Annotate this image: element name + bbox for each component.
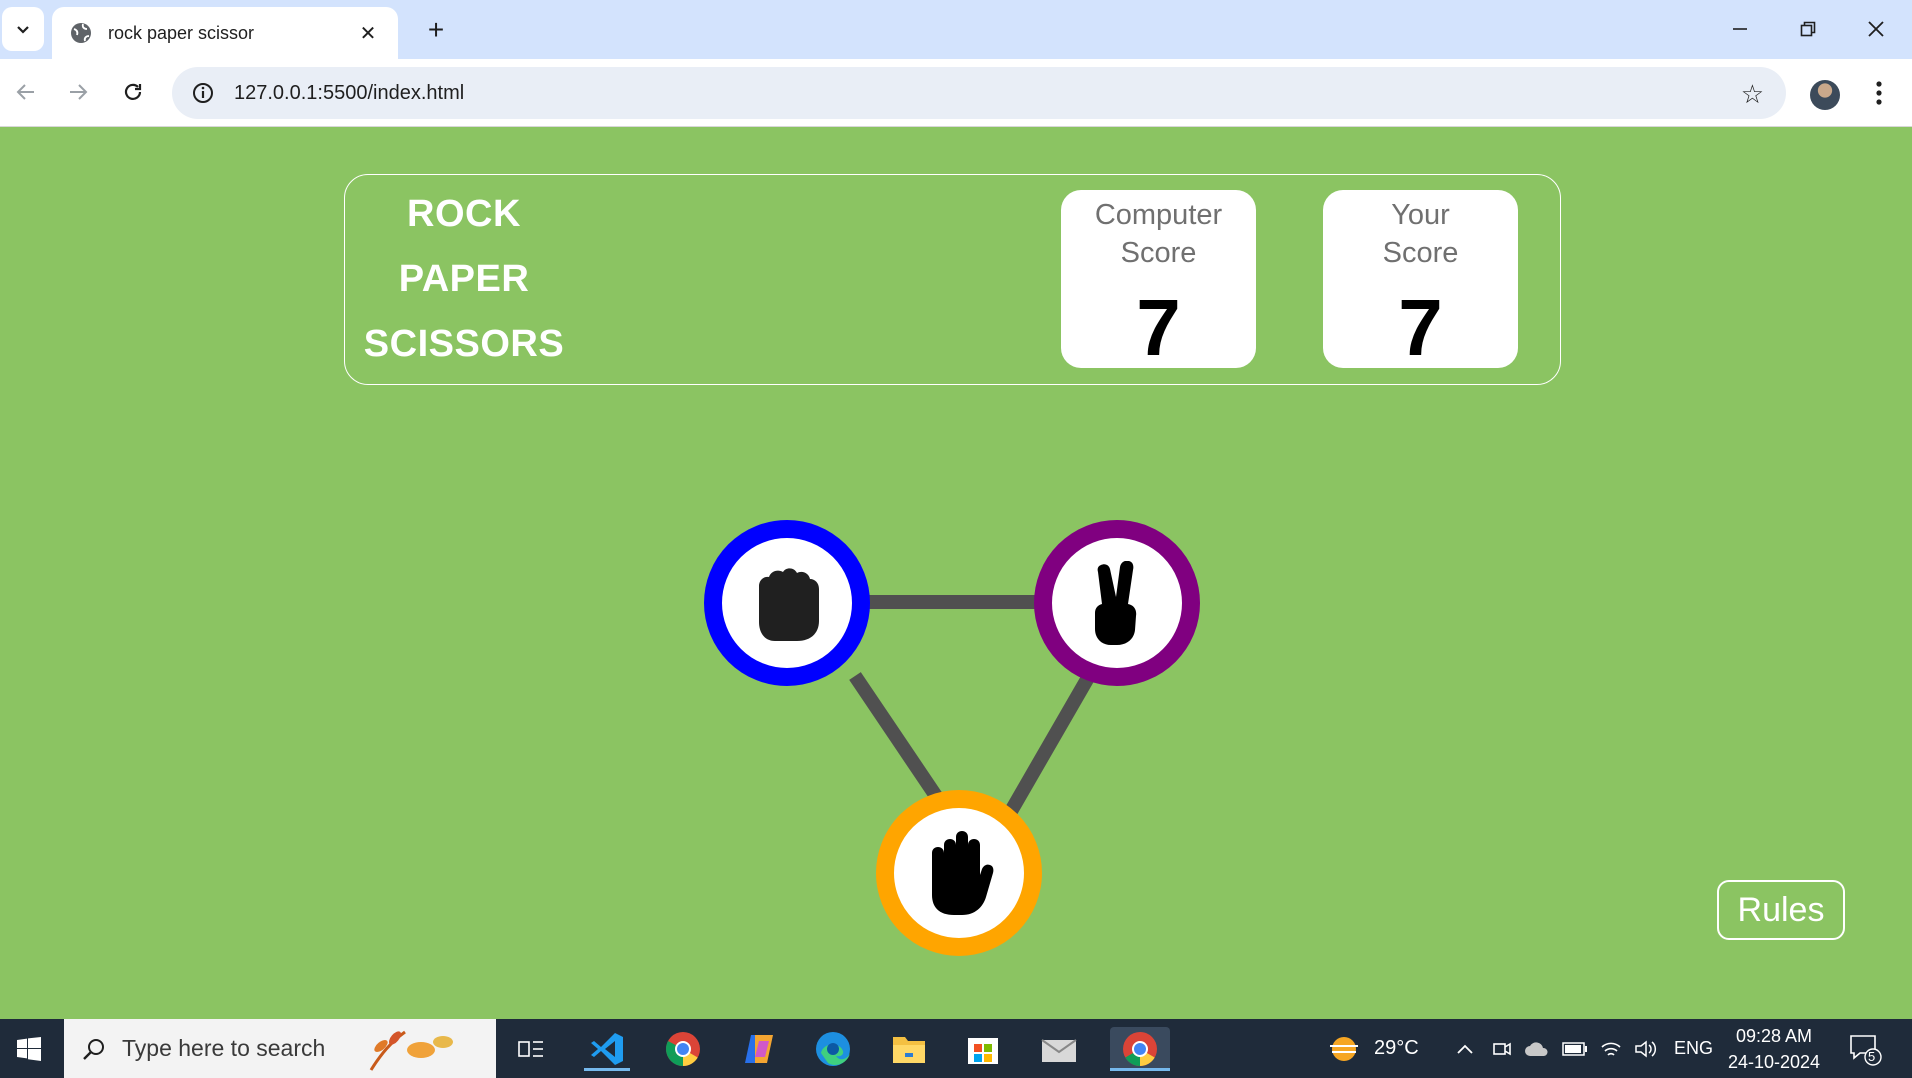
rules-button[interactable]: Rules <box>1717 880 1845 940</box>
chevron-up-icon <box>1457 1044 1473 1054</box>
more-vert-icon <box>1876 81 1882 105</box>
your-score-value: 7 <box>1398 283 1443 372</box>
wifi-icon[interactable] <box>1600 1019 1622 1078</box>
score-header: ROCK PAPER SCISSORS Computer Score 7 You… <box>344 174 1561 385</box>
autumn-leaves-icon <box>370 1030 454 1071</box>
scissors-choice[interactable] <box>1034 520 1200 686</box>
new-tab-button[interactable]: + <box>418 12 454 48</box>
onedrive-icon[interactable] <box>1524 1019 1550 1078</box>
close-tab-icon[interactable]: ✕ <box>356 21 380 46</box>
active-indicator <box>1110 1068 1170 1071</box>
clock-date: 24-10-2024 <box>1727 1052 1821 1072</box>
search-icon <box>83 1038 104 1060</box>
edge-taskbar-icon[interactable] <box>810 1027 856 1071</box>
globe-icon <box>71 23 91 43</box>
search-placeholder: Type here to search <box>122 1035 326 1061</box>
your-score-label: Your Score <box>1382 199 1459 269</box>
address-bar[interactable]: 127.0.0.1:5500/index.html ☆ <box>172 67 1786 119</box>
meet-now-icon[interactable] <box>1492 1019 1512 1078</box>
reload-icon <box>124 83 142 100</box>
restore-icon <box>1800 21 1816 37</box>
minimize-button[interactable] <box>1710 8 1770 50</box>
your-score-card: Your Score 7 <box>1323 190 1518 372</box>
tab-search-button[interactable] <box>2 7 44 51</box>
vscode-taskbar-icon[interactable] <box>584 1027 630 1071</box>
volume-icon[interactable] <box>1634 1019 1658 1078</box>
browser-tab[interactable]: rock paper scissor ✕ <box>52 7 398 59</box>
taskbar-clock[interactable]: 09:28 AM 24-10-2024 <box>1718 1023 1830 1075</box>
arrow-left-icon <box>16 84 34 100</box>
tab-title: rock paper scissor <box>108 22 255 43</box>
file-explorer-taskbar-icon[interactable] <box>886 1027 932 1071</box>
taskbar-search[interactable]: Type here to search <box>64 1019 496 1078</box>
computer-score-label: Computer Score <box>1094 199 1223 269</box>
close-icon <box>1868 21 1884 37</box>
computer-score-card: Computer Score 7 <box>1061 190 1256 372</box>
chrome-taskbar-icon[interactable] <box>660 1027 706 1071</box>
battery-icon[interactable] <box>1562 1019 1588 1078</box>
url-text[interactable]: 127.0.0.1:5500/index.html <box>234 82 464 105</box>
connector-right <box>1002 672 1096 819</box>
restore-button[interactable] <box>1778 8 1838 50</box>
connector-top <box>860 595 1050 609</box>
notification-count: 5 <box>1868 1049 1876 1064</box>
peace-hand-icon <box>1095 561 1137 645</box>
show-hidden-icons-button[interactable] <box>1456 1019 1474 1078</box>
connector-left <box>849 672 951 813</box>
back-button[interactable] <box>6 72 46 112</box>
active-indicator <box>584 1068 630 1071</box>
title-rock: ROCK <box>407 193 521 235</box>
browser-toolbar: 127.0.0.1:5500/index.html ☆ <box>0 59 1912 127</box>
chevron-down-icon <box>17 26 29 34</box>
profile-avatar[interactable] <box>1810 80 1840 110</box>
weather-widget[interactable]: 29°C <box>1326 1019 1419 1078</box>
browser-menu-button[interactable] <box>1864 75 1894 111</box>
weather-temp: 29°C <box>1374 1037 1419 1059</box>
game-page: ROCK PAPER SCISSORS Computer Score 7 You… <box>0 128 1912 1019</box>
windows-logo-icon <box>17 1036 41 1061</box>
open-hand-icon <box>932 831 994 915</box>
arrow-right-icon <box>70 84 88 100</box>
chrome-active-taskbar-icon[interactable] <box>1110 1027 1170 1071</box>
title-paper: PAPER <box>398 258 530 300</box>
notification-icon <box>1850 1034 1882 1066</box>
start-button[interactable] <box>0 1019 58 1078</box>
windows-taskbar: Type here to search 29°C ENG 09:28 AM 24… <box>0 1019 1912 1078</box>
close-window-button[interactable] <box>1846 8 1906 50</box>
title-scissors: SCISSORS <box>363 323 565 365</box>
fist-icon <box>759 568 819 641</box>
forward-button[interactable] <box>58 72 98 112</box>
rock-choice[interactable] <box>704 520 870 686</box>
site-info-icon[interactable] <box>192 82 214 104</box>
mail-taskbar-icon[interactable] <box>1036 1027 1082 1071</box>
language-indicator[interactable]: ENG <box>1674 1019 1713 1078</box>
notification-center-button[interactable]: 5 <box>1848 1019 1882 1078</box>
copilot-taskbar-icon[interactable] <box>736 1027 782 1071</box>
minimize-icon <box>1733 28 1747 30</box>
store-taskbar-icon[interactable] <box>960 1027 1006 1071</box>
clock-time: 09:28 AM <box>1735 1026 1813 1046</box>
bookmark-star-icon[interactable]: ☆ <box>1741 79 1764 110</box>
paper-choice[interactable] <box>876 790 1042 956</box>
reload-button[interactable] <box>113 72 153 112</box>
browser-tabstrip: rock paper scissor ✕ + <box>0 0 1912 59</box>
weather-sun-icon <box>1330 1036 1358 1061</box>
task-view-icon[interactable] <box>508 1027 554 1071</box>
computer-score-value: 7 <box>1136 283 1181 372</box>
